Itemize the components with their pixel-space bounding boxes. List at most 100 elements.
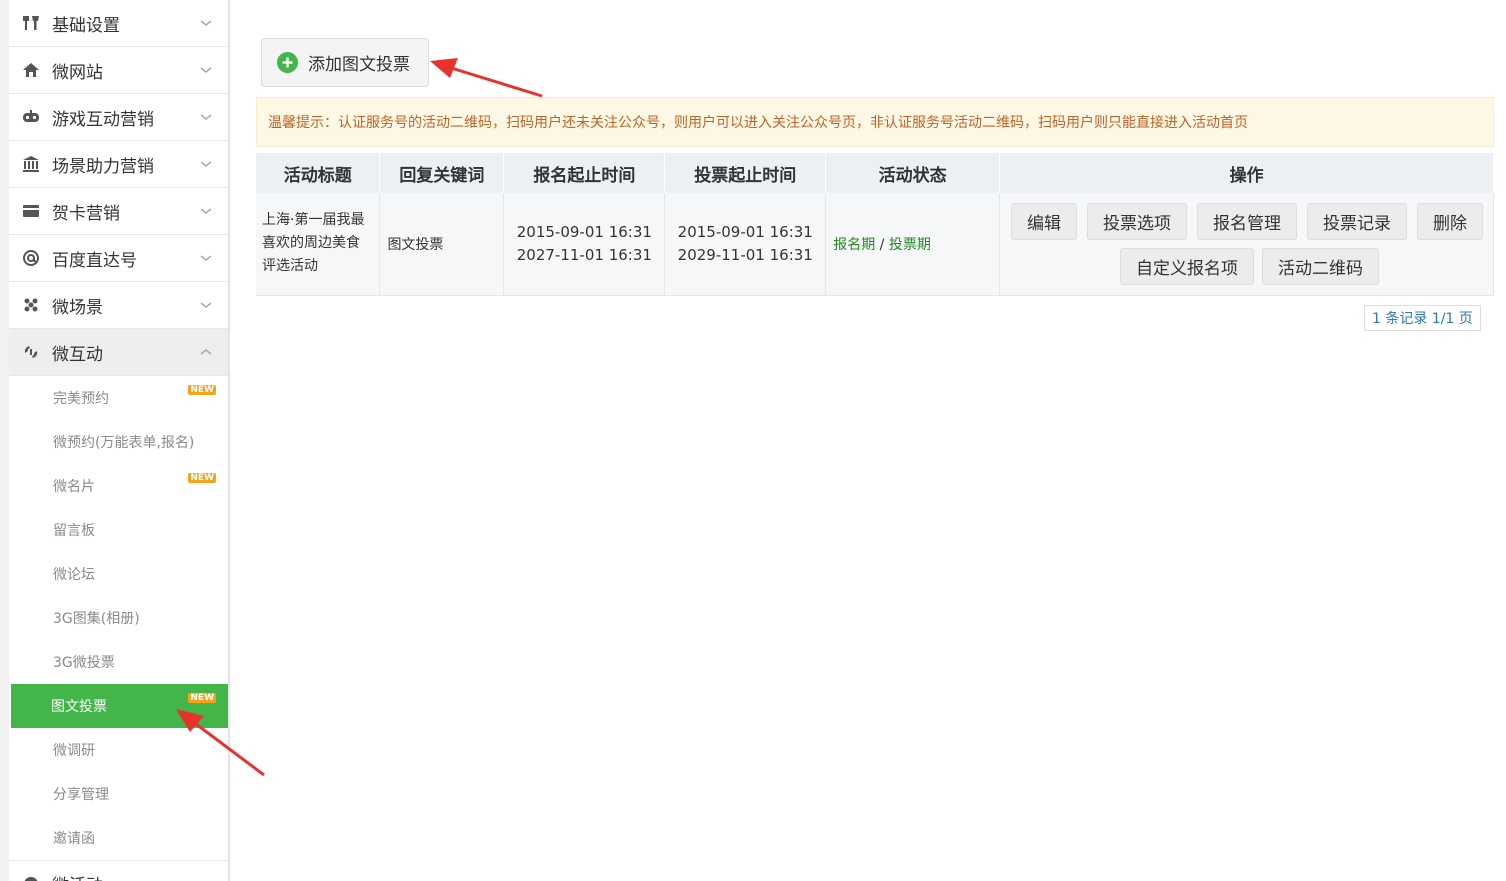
menu-card-marketing[interactable]: 贺卡营销 xyxy=(9,188,228,235)
submenu-label: 微论坛 xyxy=(53,567,95,583)
submenu-label: 微预约(万能表单,报名) xyxy=(53,435,195,451)
status-vote: 投票期 xyxy=(888,236,931,253)
menu-game-marketing[interactable]: 游戏互动营销 xyxy=(9,94,228,141)
submenu-item[interactable]: 微论坛 xyxy=(9,552,228,596)
vote-options-button[interactable]: 投票选项 xyxy=(1087,202,1187,240)
submenu-item-active[interactable]: 图文投票 NEW xyxy=(11,684,228,728)
submenu-item[interactable]: 微名片 NEW xyxy=(9,464,228,508)
sidebar: 基础设置 微网站 游戏互动营销 场景助力营销 贺卡营销 百度直达号 微场景 微互… xyxy=(0,0,230,881)
tools-icon xyxy=(21,13,41,33)
card-icon xyxy=(21,201,41,221)
menu-basic-settings[interactable]: 基础设置 xyxy=(9,0,228,47)
menu-micro-interact[interactable]: 微互动 xyxy=(9,329,228,376)
delete-button[interactable]: 删除 xyxy=(1417,202,1483,240)
new-badge: NEW xyxy=(188,385,216,395)
menu-label: 微活动 xyxy=(52,871,103,881)
chevron-down-icon xyxy=(201,880,211,881)
gamepad-icon xyxy=(21,107,41,127)
menu-label: 游戏互动营销 xyxy=(52,109,154,130)
submenu-label: 微调研 xyxy=(53,743,95,759)
col-header: 回复关键词 xyxy=(379,153,505,193)
submenu-label: 留言板 xyxy=(53,523,95,539)
menu-label: 微网站 xyxy=(52,62,103,83)
chevron-down-icon xyxy=(200,161,212,168)
menu-label: 微互动 xyxy=(52,344,103,365)
new-badge: NEW xyxy=(188,693,216,703)
actions-row-2: 自定义报名项 活动二维码 xyxy=(1000,247,1493,285)
actions-cell: 编辑 投票选项 报名管理 投票记录 删除 自定义报名项 活动二维码 xyxy=(999,193,1494,296)
chevron-down-icon xyxy=(200,208,212,215)
col-header: 报名起止时间 xyxy=(503,153,666,193)
vote-start: 2015-09-01 16:31 xyxy=(677,222,813,241)
chevron-down-icon xyxy=(200,302,212,309)
vote-period: 2015-09-01 16:31 2029-11-01 16:31 xyxy=(664,193,827,296)
menu-label: 微场景 xyxy=(52,297,103,318)
chevron-down-icon xyxy=(200,114,212,121)
col-header: 操作 xyxy=(999,153,1494,193)
main-content: 添加图文投票 温馨提示：认证服务号的活动二维码，扫码用户还未关注公众号，则用户可… xyxy=(230,0,1506,881)
status-separator: / xyxy=(879,236,885,253)
chevron-down-icon xyxy=(200,20,212,27)
plus-circle-icon xyxy=(277,52,298,73)
table-row: 上海·第一届我最喜欢的周边美食评选活动 图文投票 2015-09-01 16:3… xyxy=(256,193,1494,296)
signup-start: 2015-09-01 16:31 xyxy=(516,222,652,241)
submenu-list: 完美预约 NEW 微预约(万能表单,报名) 微名片 NEW 留言板 微论坛 3G… xyxy=(9,376,228,860)
custom-signup-button[interactable]: 自定义报名项 xyxy=(1120,247,1254,285)
qrcode-button[interactable]: 活动二维码 xyxy=(1262,247,1379,285)
activity-status: 报名期 / 投票期 xyxy=(825,193,1001,296)
chevron-down-icon xyxy=(200,67,212,74)
signup-manage-button[interactable]: 报名管理 xyxy=(1197,202,1297,240)
submenu-label: 完美预约 xyxy=(53,391,109,407)
dots-icon xyxy=(21,295,41,315)
menu-label: 贺卡营销 xyxy=(52,203,120,224)
status-signup: 报名期 xyxy=(833,236,876,253)
menu-micro-site[interactable]: 微网站 xyxy=(9,47,228,94)
submenu-item[interactable]: 微预约(万能表单,报名) xyxy=(9,420,228,464)
submenu-item[interactable]: 3G图集(相册) xyxy=(9,596,228,640)
new-badge: NEW xyxy=(188,473,216,483)
col-header: 活动标题 xyxy=(256,153,381,193)
at-icon xyxy=(21,248,41,268)
signup-period: 2015-09-01 16:31 2027-11-01 16:31 xyxy=(503,193,666,296)
add-vote-label: 添加图文投票 xyxy=(308,55,410,75)
submenu-item[interactable]: 微调研 xyxy=(9,728,228,772)
bank-icon xyxy=(21,154,41,174)
activity-title: 上海·第一届我最喜欢的周边美食评选活动 xyxy=(256,193,381,296)
submenu-label: 3G图集(相册) xyxy=(53,611,140,627)
add-vote-button[interactable]: 添加图文投票 xyxy=(261,38,429,87)
chevron-down-icon xyxy=(200,255,212,262)
menu-label: 基础设置 xyxy=(52,15,120,36)
submenu-label: 邀请函 xyxy=(53,831,95,847)
edit-button[interactable]: 编辑 xyxy=(1011,202,1077,240)
reply-keyword: 图文投票 xyxy=(379,193,505,296)
menu-baidu-direct[interactable]: 百度直达号 xyxy=(9,235,228,282)
vote-records-button[interactable]: 投票记录 xyxy=(1307,202,1407,240)
submenu-label: 微名片 xyxy=(53,479,95,495)
submenu-item[interactable]: 邀请函 xyxy=(9,816,228,860)
menu-label: 场景助力营销 xyxy=(52,156,154,177)
submenu-item[interactable]: 留言板 xyxy=(9,508,228,552)
table-header-row: 活动标题 回复关键词 报名起止时间 投票起止时间 活动状态 操作 xyxy=(256,153,1494,193)
submenu-item[interactable]: 3G微投票 xyxy=(9,640,228,684)
submenu-label: 3G微投票 xyxy=(53,655,115,671)
col-header: 活动状态 xyxy=(825,153,1001,193)
menu-scene-marketing[interactable]: 场景助力营销 xyxy=(9,141,228,188)
activity-icon xyxy=(21,874,41,881)
submenu-item[interactable]: 分享管理 xyxy=(9,772,228,816)
actions-row-1: 编辑 投票选项 报名管理 投票记录 删除 xyxy=(1000,202,1493,240)
submenu-item[interactable]: 完美预约 NEW xyxy=(9,376,228,420)
home-icon xyxy=(21,60,41,80)
tip-banner: 温馨提示：认证服务号的活动二维码，扫码用户还未关注公众号，则用户可以进入关注公众… xyxy=(256,97,1494,147)
sidebar-menu: 基础设置 微网站 游戏互动营销 场景助力营销 贺卡营销 百度直达号 微场景 微互… xyxy=(9,0,228,881)
chevron-up-icon xyxy=(200,348,212,355)
submenu-label: 图文投票 xyxy=(51,699,107,715)
vote-table: 活动标题 回复关键词 报名起止时间 投票起止时间 活动状态 操作 上海·第一届我… xyxy=(256,153,1494,296)
vote-end: 2029-11-01 16:31 xyxy=(677,245,813,264)
pagination-info: 1 条记录 1/1 页 xyxy=(1364,305,1481,331)
submenu-label: 分享管理 xyxy=(53,787,109,803)
col-header: 投票起止时间 xyxy=(664,153,827,193)
menu-micro-scene[interactable]: 微场景 xyxy=(9,282,228,329)
menu-label: 百度直达号 xyxy=(52,250,137,271)
signup-end: 2027-11-01 16:31 xyxy=(516,245,652,264)
menu-micro-activity[interactable]: 微活动 xyxy=(9,860,228,881)
